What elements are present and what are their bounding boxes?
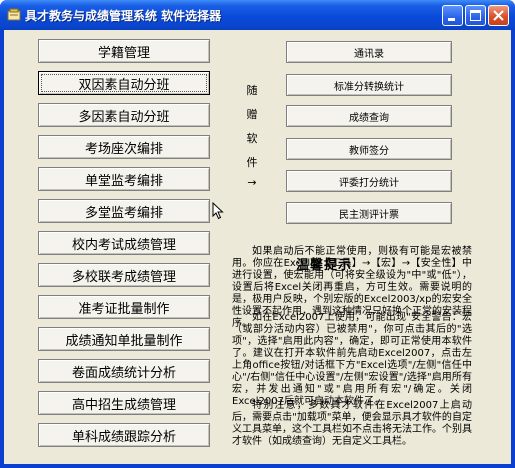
app-window: 具才教务与成绩管理系统 软件选择器 学籍管理 双因素自动分班 多因素自动分班 考… bbox=[0, 0, 515, 468]
client-area: 学籍管理 双因素自动分班 多因素自动分班 考场座次编排 单堂监考编排 多堂监考编… bbox=[4, 30, 511, 464]
standard-score-button[interactable]: 标准分转换统计 bbox=[286, 74, 452, 96]
app-icon bbox=[7, 8, 21, 21]
gift-label-char: 软 bbox=[246, 132, 258, 145]
tips-paragraph: 如在Excel2007上使用，可能出现"安全警告：宏（或部分活动内容）已被禁用"… bbox=[232, 312, 472, 407]
minimize-icon bbox=[448, 18, 455, 21]
school-exam-scores-button[interactable]: 校内考试成绩管理 bbox=[38, 231, 210, 255]
score-query-button[interactable]: 成绩查询 bbox=[286, 105, 452, 127]
student-records-button[interactable]: 学籍管理 bbox=[38, 39, 210, 63]
subject-score-tracking-button[interactable]: 单科成绩跟踪分析 bbox=[38, 423, 210, 447]
window-title: 具才教务与成绩管理系统 软件选择器 bbox=[25, 9, 222, 23]
single-session-proctor-button[interactable]: 单堂监考编排 bbox=[38, 167, 210, 191]
paper-score-analysis-button[interactable]: 卷面成绩统计分析 bbox=[38, 359, 210, 383]
judge-scoring-button[interactable]: 评委打分统计 bbox=[286, 170, 452, 192]
joint-exam-scores-button[interactable]: 多校联考成绩管理 bbox=[38, 263, 210, 287]
high-school-enrollment-button[interactable]: 高中招生成绩管理 bbox=[38, 391, 210, 415]
close-icon bbox=[493, 10, 504, 21]
arrow-right-icon: → bbox=[247, 176, 257, 189]
mouse-cursor-icon bbox=[212, 202, 224, 220]
multi-session-proctor-button[interactable]: 多堂监考编排 bbox=[38, 199, 210, 223]
multi-factor-class-split-button[interactable]: 多因素自动分班 bbox=[38, 103, 210, 127]
teacher-sign-button[interactable]: 教师签分 bbox=[286, 138, 452, 160]
gift-label-char: 随 bbox=[246, 84, 258, 97]
address-book-button[interactable]: 通讯录 bbox=[286, 41, 452, 63]
gift-label-char: 赠 bbox=[246, 108, 258, 121]
maximize-icon bbox=[470, 10, 481, 21]
score-notice-button[interactable]: 成绩通知单批量制作 bbox=[38, 327, 210, 351]
title-bar[interactable]: 具才教务与成绩管理系统 软件选择器 bbox=[0, 0, 515, 30]
two-factor-class-split-button[interactable]: 双因素自动分班 bbox=[38, 71, 210, 95]
democratic-vote-button[interactable]: 民主测评计票 bbox=[286, 202, 452, 224]
minimize-button[interactable] bbox=[442, 5, 463, 26]
admission-ticket-button[interactable]: 准考证批量制作 bbox=[38, 295, 210, 319]
maximize-button[interactable] bbox=[465, 5, 486, 26]
gift-label-char: 件 bbox=[246, 156, 258, 169]
exam-seating-button[interactable]: 考场座次编排 bbox=[38, 135, 210, 159]
close-button[interactable] bbox=[488, 5, 509, 26]
tips-paragraph: 特别注意，多数具才软件在Excel2007上启动后，需要点击"加载项"菜单，便会… bbox=[232, 400, 472, 447]
